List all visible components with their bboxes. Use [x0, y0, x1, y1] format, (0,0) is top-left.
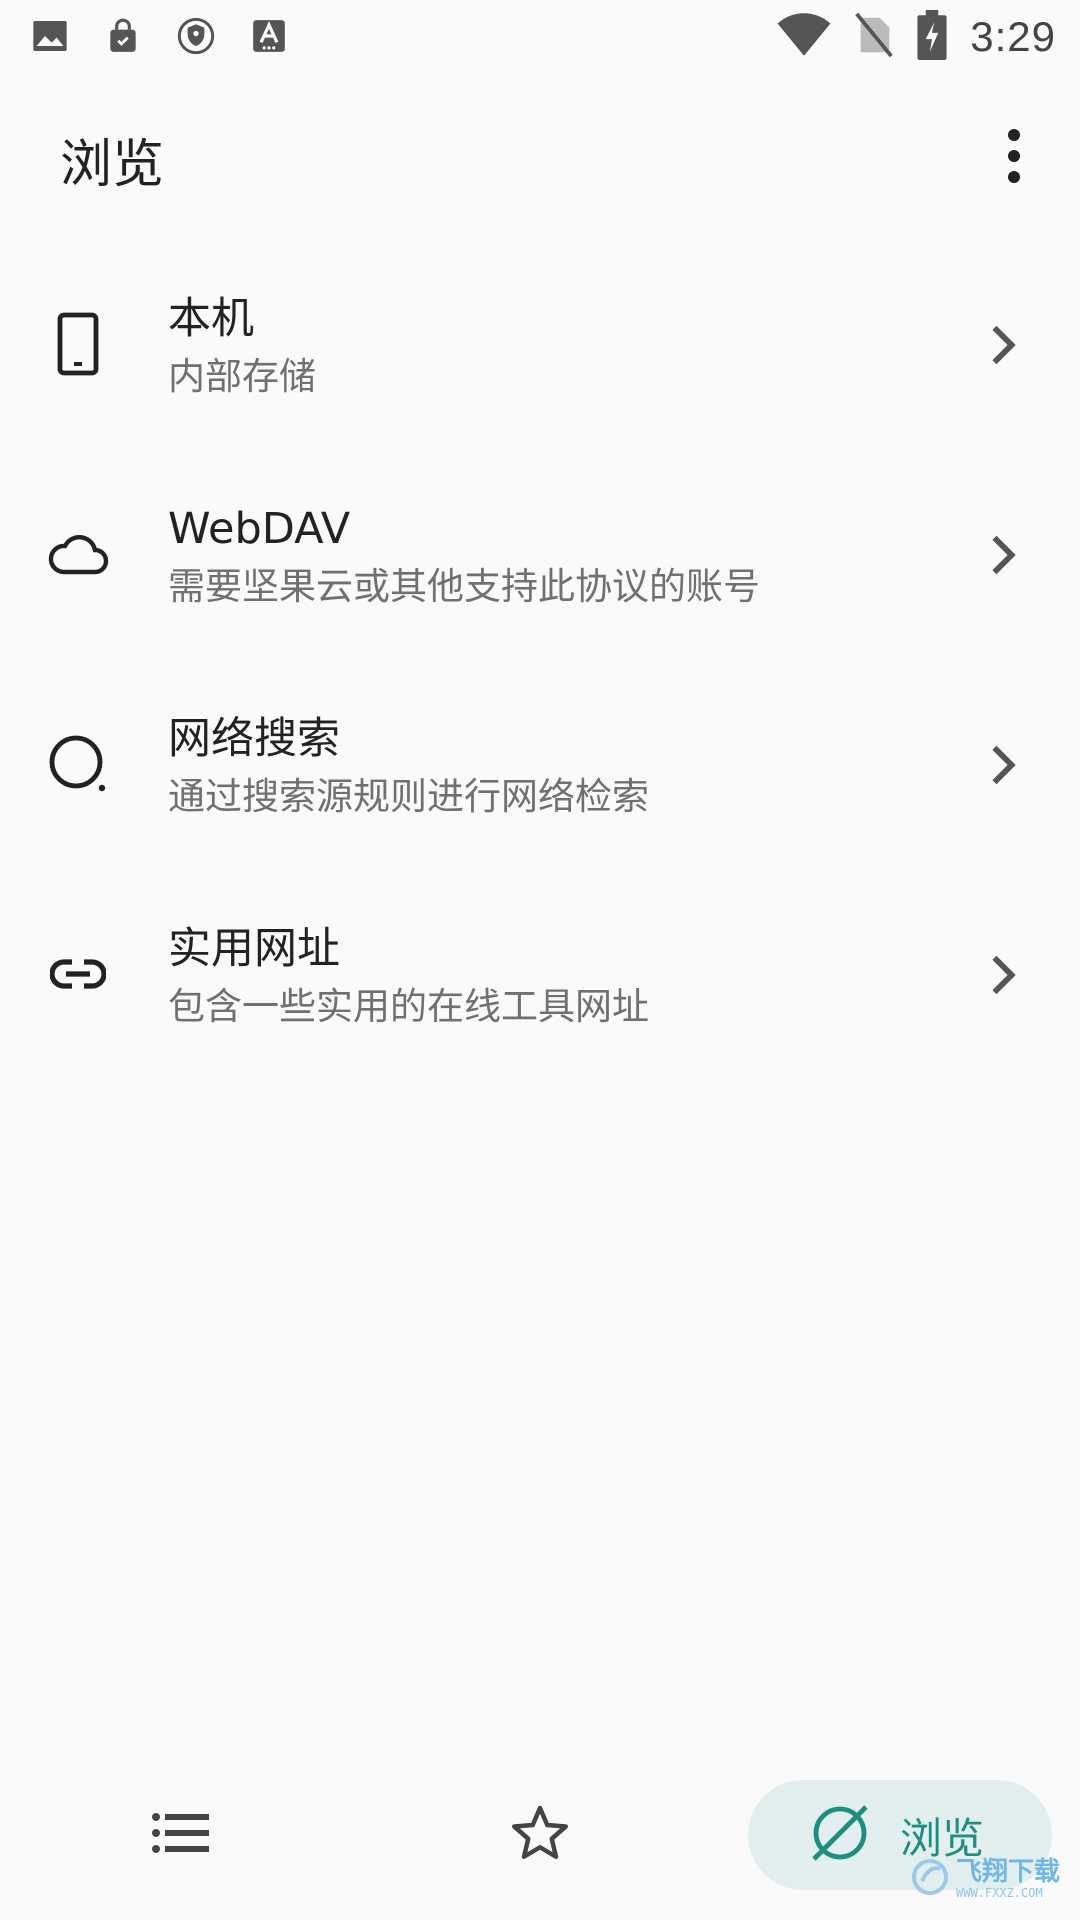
nav-favorites[interactable]: [490, 1780, 590, 1890]
watermark: 飞翔下载 WWW.FXXZ.COM: [910, 1854, 1070, 1904]
list-item-useful-urls[interactable]: 实用网址 包含一些实用的在线工具网址: [0, 898, 1080, 1108]
cloud-icon: [42, 518, 114, 590]
list-item-title: 网络搜索: [168, 714, 340, 764]
wifi-icon: [776, 12, 832, 62]
status-bar-system: 3:29: [776, 10, 1056, 64]
browse-source-list: 本机 内部存储 WebDAV 需要坚果云或其他支持此协议的账号 网络搜索 通过搜…: [0, 268, 1080, 1108]
shopping-bag-icon: [104, 16, 142, 60]
nav-library[interactable]: [130, 1780, 230, 1890]
phone-icon: [42, 308, 114, 380]
chevron-right-icon: [984, 950, 1024, 1000]
chevron-right-icon: [984, 530, 1024, 580]
list-item-local[interactable]: 本机 内部存储: [0, 268, 1080, 478]
status-bar: 3:29: [0, 0, 1080, 72]
no-sim-icon: [854, 12, 894, 62]
font-icon: [250, 16, 288, 60]
more-vert-icon: [1008, 129, 1020, 183]
screen: 3:29 浏览 本机 内部存储 WebDAV 需要坚果云或其他支持此协议的账号 …: [0, 0, 1080, 1920]
list-item-subtitle: 通过搜索源规则进行网络检索: [168, 775, 649, 818]
bottom-navigation: 浏览 飞翔下载 WWW.FXXZ.COM: [0, 1770, 1080, 1920]
chevron-right-icon: [984, 320, 1024, 370]
list-item-title: WebDAV: [168, 504, 351, 554]
list-item-title: 本机: [168, 294, 254, 344]
app-bar: 浏览: [0, 90, 1080, 220]
list-item-subtitle: 需要坚果云或其他支持此协议的账号: [168, 565, 760, 608]
status-time: 3:29: [970, 13, 1056, 60]
list-item-title: 实用网址: [168, 924, 340, 974]
watermark-sub: WWW.FXXZ.COM: [956, 1886, 1043, 1900]
watermark-logo-icon: [910, 1857, 950, 1901]
link-icon: [42, 938, 114, 1010]
watermark-main: 飞翔下载: [956, 1857, 1061, 1887]
image-icon: [30, 16, 70, 60]
planet-icon: [808, 1801, 872, 1869]
chevron-right-icon: [984, 740, 1024, 790]
list-item-subtitle: 内部存储: [168, 355, 316, 398]
list-icon: [151, 1811, 209, 1859]
page-title: 浏览: [60, 135, 165, 195]
search-circle-icon: [42, 728, 114, 800]
status-bar-notifications: [30, 16, 288, 60]
star-icon: [510, 1804, 570, 1866]
more-options-button[interactable]: [984, 118, 1044, 194]
shield-icon: [176, 16, 216, 60]
battery-charging-icon: [916, 10, 948, 64]
list-item-subtitle: 包含一些实用的在线工具网址: [168, 985, 649, 1028]
list-item-webdav[interactable]: WebDAV 需要坚果云或其他支持此协议的账号: [0, 478, 1080, 688]
list-item-web-search[interactable]: 网络搜索 通过搜索源规则进行网络检索: [0, 688, 1080, 898]
